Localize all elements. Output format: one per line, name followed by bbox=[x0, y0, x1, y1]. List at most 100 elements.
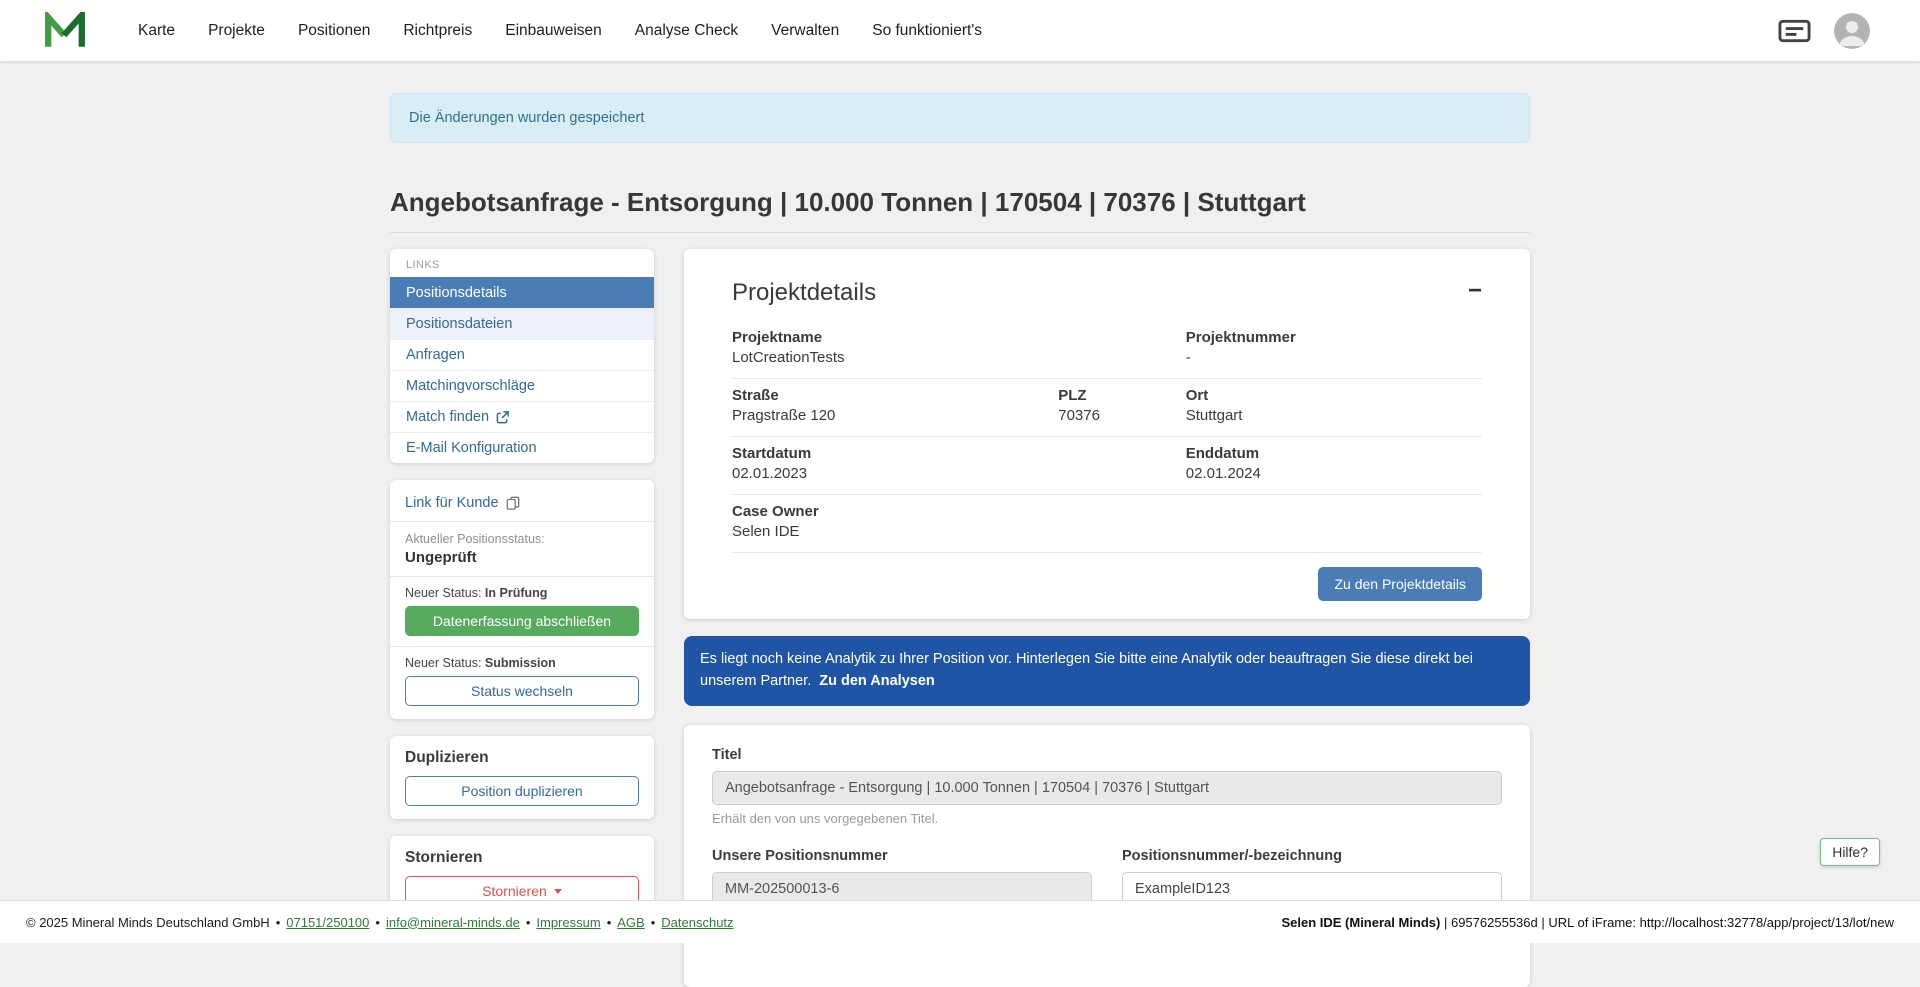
divider bbox=[390, 521, 654, 522]
project-details-card: Projektdetails − Projektname LotCreation… bbox=[684, 249, 1530, 619]
footer-link-phone[interactable]: 07151/250100 bbox=[286, 915, 369, 930]
ort-value: Stuttgart bbox=[1186, 407, 1482, 424]
footer-left: © 2025 Mineral Minds Deutschland GmbH • … bbox=[26, 915, 734, 930]
title-divider bbox=[390, 232, 1530, 233]
projektname-value: LotCreationTests bbox=[732, 349, 1186, 366]
footer-session-info: Selen IDE (Mineral Minds) | 69576255536d… bbox=[1281, 915, 1894, 930]
main-column: Projektdetails − Projektname LotCreation… bbox=[684, 249, 1530, 987]
strasse-label: Straße bbox=[732, 387, 1058, 404]
navbar-right bbox=[1778, 13, 1870, 49]
enddatum-value: 02.01.2024 bbox=[1186, 465, 1482, 482]
field-projektnummer: Projektnummer - bbox=[1186, 329, 1482, 366]
mineral-minds-logo[interactable] bbox=[44, 11, 86, 51]
separator: • bbox=[651, 915, 656, 930]
user-avatar[interactable] bbox=[1834, 13, 1870, 49]
collapse-button[interactable]: − bbox=[1468, 279, 1482, 303]
external-link-icon bbox=[496, 411, 509, 424]
project-row: Projektname LotCreationTests Projektnumm… bbox=[732, 321, 1482, 379]
new-status-row-2: Neuer Status: Submission bbox=[405, 656, 639, 670]
analytics-link[interactable]: Zu den Analysen bbox=[819, 673, 934, 689]
session-details: | 69576255536d | URL of iFrame: http://l… bbox=[1440, 915, 1894, 930]
footer-link-agb[interactable]: AGB bbox=[617, 915, 644, 930]
success-alert: Die Änderungen wurden gespeichert bbox=[390, 93, 1530, 143]
footer-link-email[interactable]: info@mineral-minds.de bbox=[386, 915, 520, 930]
page-title: Angebotsanfrage - Entsorgung | 10.000 To… bbox=[390, 187, 1530, 218]
project-details-title: Projektdetails bbox=[732, 279, 876, 307]
nav-item-richtpreis[interactable]: Richtpreis bbox=[403, 22, 472, 40]
sidebar-item-email-konfiguration[interactable]: E-Mail Konfiguration bbox=[390, 432, 654, 463]
footer-link-datenschutz[interactable]: Datenschutz bbox=[661, 915, 733, 930]
project-details-button[interactable]: Zu den Projektdetails bbox=[1318, 567, 1482, 601]
nav-item-verwalten[interactable]: Verwalten bbox=[771, 22, 839, 40]
startdatum-label: Startdatum bbox=[732, 445, 1186, 462]
strasse-value: Pragstraße 120 bbox=[732, 407, 1058, 424]
current-status-label: Aktueller Positionsstatus: bbox=[405, 532, 639, 546]
separator: • bbox=[526, 915, 531, 930]
copy-icon bbox=[506, 496, 520, 510]
customer-link[interactable]: Link für Kunde bbox=[405, 491, 639, 521]
session-user: Selen IDE (Mineral Minds) bbox=[1281, 915, 1440, 930]
copyright-text: © 2025 Mineral Minds Deutschland GmbH bbox=[26, 915, 270, 930]
field-projektname: Projektname LotCreationTests bbox=[732, 329, 1186, 366]
titel-help: Erhält den von uns vorgegebenen Titel. bbox=[712, 811, 1502, 826]
case-owner-label: Case Owner bbox=[732, 503, 1482, 520]
customer-link-label: Link für Kunde bbox=[405, 495, 499, 511]
success-alert-text: Die Änderungen wurden gespeichert bbox=[409, 110, 644, 126]
field-enddatum: Enddatum 02.01.2024 bbox=[1186, 445, 1482, 482]
position-number-label: Positionsnummer/-bezeichnung bbox=[1122, 848, 1502, 864]
footer: © 2025 Mineral Minds Deutschland GmbH • … bbox=[0, 900, 1920, 943]
field-startdatum: Startdatum 02.01.2023 bbox=[732, 445, 1186, 482]
separator: • bbox=[276, 915, 281, 930]
field-strasse: Straße Pragstraße 120 bbox=[732, 387, 1058, 424]
enddatum-label: Enddatum bbox=[1186, 445, 1482, 462]
page-container: Die Änderungen wurden gespeichert Angebo… bbox=[390, 93, 1530, 987]
top-navbar: Karte Projekte Positionen Richtpreis Ein… bbox=[0, 0, 1920, 61]
field-ort: Ort Stuttgart bbox=[1186, 387, 1482, 424]
new-status-prefix: Neuer Status: bbox=[405, 586, 481, 600]
server-icon[interactable] bbox=[1778, 19, 1811, 43]
plz-label: PLZ bbox=[1058, 387, 1186, 404]
status-card: Link für Kunde Aktueller Positionsstatus… bbox=[390, 480, 654, 719]
match-finden-label: Match finden bbox=[406, 409, 489, 425]
new-status-prefix-2: Neuer Status: bbox=[405, 656, 481, 670]
duplicate-card: Duplizieren Position duplizieren bbox=[390, 736, 654, 819]
cancel-button-label: Stornieren bbox=[482, 883, 547, 899]
caret-down-icon bbox=[554, 889, 562, 894]
field-plz: PLZ 70376 bbox=[1058, 387, 1186, 424]
logo-m-icon bbox=[44, 12, 86, 50]
sidebar-item-match-finden[interactable]: Match finden bbox=[390, 401, 654, 432]
our-number-label: Unsere Positionsnummer bbox=[712, 848, 1092, 864]
current-status-value: Ungeprüft bbox=[405, 549, 639, 566]
titel-input bbox=[712, 771, 1502, 805]
nav-item-analyse-check[interactable]: Analyse Check bbox=[635, 22, 738, 40]
nav-item-karte[interactable]: Karte bbox=[138, 22, 175, 40]
sidebar-item-matchingvorschlaege[interactable]: Matchingvorschläge bbox=[390, 370, 654, 401]
main-nav: Karte Projekte Positionen Richtpreis Ein… bbox=[138, 22, 1778, 40]
analytics-banner: Es liegt noch keine Analytik zu Ihrer Po… bbox=[684, 636, 1530, 706]
complete-data-entry-button[interactable]: Datenerfassung abschließen bbox=[405, 606, 639, 636]
duplicate-position-button[interactable]: Position duplizieren bbox=[405, 776, 639, 806]
help-button[interactable]: Hilfe? bbox=[1820, 838, 1880, 866]
footer-link-impressum[interactable]: Impressum bbox=[536, 915, 600, 930]
separator: • bbox=[375, 915, 380, 930]
nav-item-so-funktionierts[interactable]: So funktioniert's bbox=[872, 22, 982, 40]
analytics-banner-text: Es liegt noch keine Analytik zu Ihrer Po… bbox=[700, 651, 1473, 689]
switch-status-button[interactable]: Status wechseln bbox=[405, 676, 639, 706]
sidebar-item-anfragen[interactable]: Anfragen bbox=[390, 339, 654, 370]
nav-item-projekte[interactable]: Projekte bbox=[208, 22, 265, 40]
plz-value: 70376 bbox=[1058, 407, 1186, 424]
new-status-row-1: Neuer Status: In Prüfung bbox=[405, 586, 639, 600]
field-case-owner: Case Owner Selen IDE bbox=[732, 503, 1482, 540]
sidebar-item-positionsdateien[interactable]: Positionsdateien bbox=[390, 308, 654, 339]
divider bbox=[390, 646, 654, 647]
case-owner-value: Selen IDE bbox=[732, 523, 1482, 540]
position-form-card: Titel Erhält den von uns vorgegebenen Ti… bbox=[684, 725, 1530, 987]
nav-item-einbauweisen[interactable]: Einbauweisen bbox=[505, 22, 602, 40]
ort-label: Ort bbox=[1186, 387, 1482, 404]
nav-item-positionen[interactable]: Positionen bbox=[298, 22, 370, 40]
project-row: Startdatum 02.01.2023 Enddatum 02.01.202… bbox=[732, 437, 1482, 495]
sidebar-item-positionsdetails[interactable]: Positionsdetails bbox=[390, 277, 654, 308]
sidebar-links-card: LINKS Positionsdetails Positionsdateien … bbox=[390, 249, 654, 463]
duplicate-title: Duplizieren bbox=[405, 749, 639, 767]
person-icon bbox=[1834, 13, 1870, 49]
